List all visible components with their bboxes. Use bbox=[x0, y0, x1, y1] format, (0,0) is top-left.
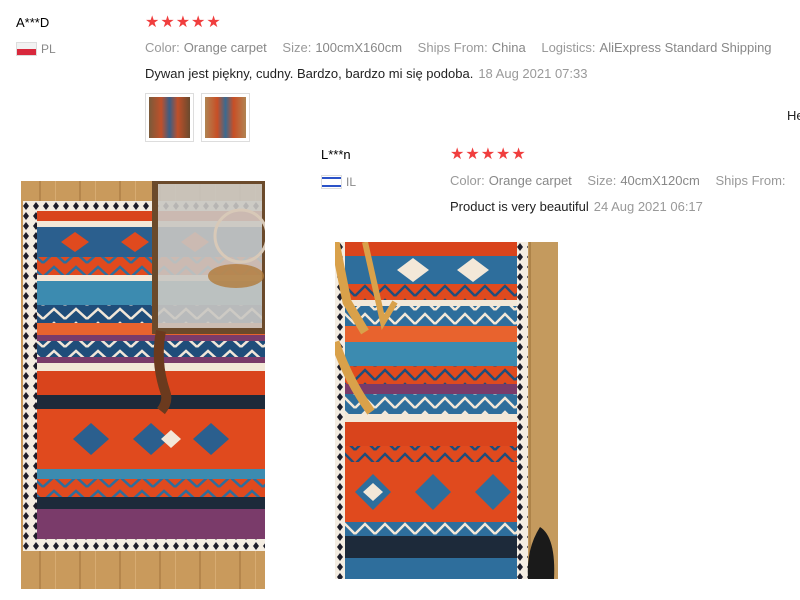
reviewer-name: A***D bbox=[16, 15, 50, 30]
review-attributes: Color: Orange carpet Size: 100cmX160cm Shi… bbox=[145, 40, 784, 55]
review-photo[interactable] bbox=[21, 181, 265, 589]
review-text: Dywan jest piękny, cudny. Bardzo, bardzo… bbox=[145, 66, 588, 81]
attr-size: Size: 100cmX160cm bbox=[282, 40, 403, 55]
israel-flag-icon bbox=[321, 174, 342, 189]
review-photo[interactable] bbox=[335, 242, 558, 579]
review-thumbnail[interactable] bbox=[145, 93, 194, 142]
attr-color: Color: Orange carpet bbox=[145, 40, 267, 55]
attr-logistics: Logistics: AliExpress Standard Shipping bbox=[541, 40, 772, 55]
country-code: PL bbox=[41, 42, 56, 56]
rating-stars: ★★★★★ bbox=[145, 14, 222, 31]
reviewer-name: L***n bbox=[321, 147, 351, 162]
attr-ships-from: Ships From: China bbox=[417, 40, 526, 55]
truncated-text: He bbox=[787, 108, 800, 123]
review-text: Product is very beautiful 24 Aug 2021 06:… bbox=[450, 199, 703, 214]
attr-size: Size: 40cmX120cm bbox=[587, 173, 700, 188]
review-date: 18 Aug 2021 07:33 bbox=[478, 66, 588, 81]
attr-color: Color: Orange carpet bbox=[450, 173, 572, 188]
attr-ships-from: Ships From: bbox=[715, 173, 786, 188]
reviewer-country: PL bbox=[16, 40, 56, 58]
review-date: 24 Aug 2021 06:17 bbox=[593, 199, 703, 214]
reviewer-country: IL bbox=[321, 173, 356, 191]
review-thumbnail[interactable] bbox=[201, 93, 250, 142]
rating-stars: ★★★★★ bbox=[450, 146, 527, 163]
review-attributes: Color: Orange carpet Size: 40cmX120cm Ship… bbox=[450, 173, 800, 188]
country-code: IL bbox=[346, 175, 357, 189]
poland-flag-icon bbox=[16, 41, 37, 56]
